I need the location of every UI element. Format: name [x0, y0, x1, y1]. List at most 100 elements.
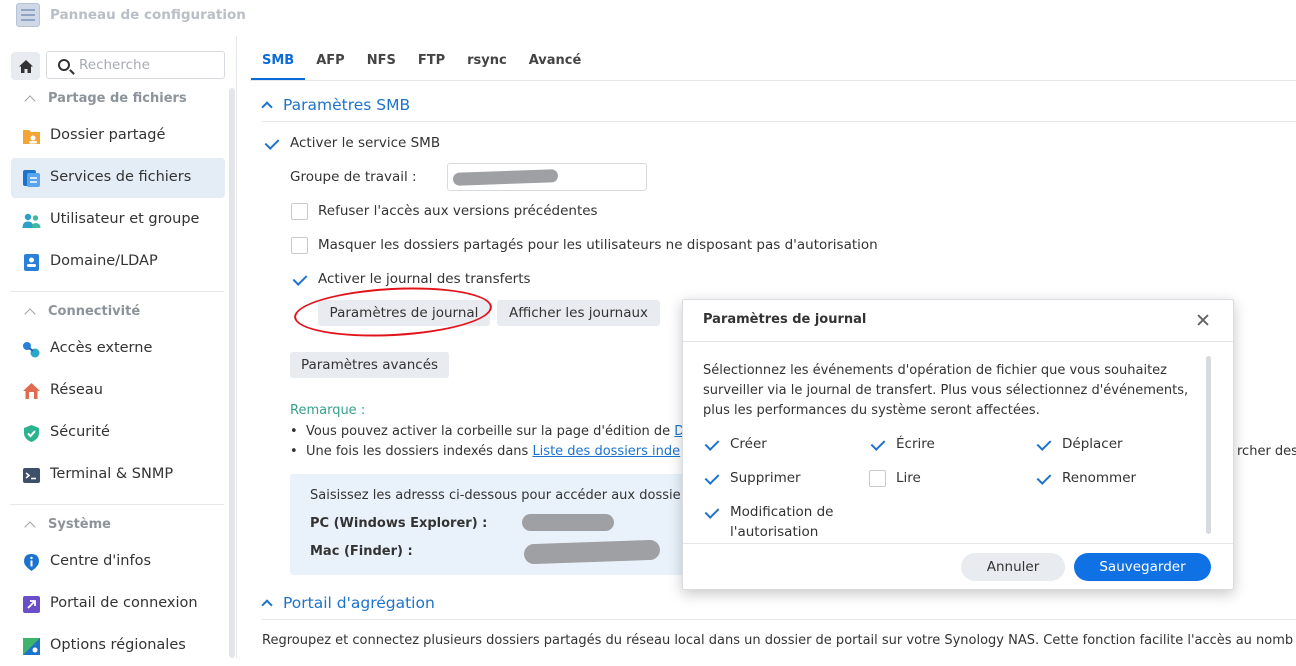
title-bar: Panneau de configuration [0, 0, 1296, 32]
cancel-button[interactable]: Annuler [961, 553, 1065, 581]
external-access-icon [23, 342, 40, 358]
search-icon [58, 59, 70, 71]
redaction-mark [523, 539, 661, 565]
home-icon [18, 59, 33, 73]
sidebar-divider [10, 291, 224, 292]
smb-settings-header[interactable]: Paramètres SMB [261, 96, 410, 114]
tab-smb[interactable]: SMB [251, 42, 306, 80]
section-connectivity[interactable]: Connectivité [24, 304, 140, 320]
permission-change-label-line2: l'autorisation [730, 524, 819, 540]
rename-label: Renommer [1062, 470, 1137, 486]
show-logs-button[interactable]: Afficher les journaux [497, 300, 660, 326]
move-checkbox[interactable] [1035, 436, 1052, 453]
terminal-icon [23, 468, 40, 483]
file-services-icon [23, 170, 40, 187]
sidebar-item-users[interactable]: Utilisateur et groupe [11, 200, 225, 240]
tab-advanced[interactable]: Avancé [518, 42, 593, 80]
tab-divider [250, 80, 1296, 81]
deny-previous-versions-label: Refuser l'accès aux versions précédentes [318, 203, 598, 219]
remark-label: Remarque : [290, 403, 366, 418]
chevron-up-icon [261, 101, 273, 113]
delete-checkbox[interactable] [703, 470, 720, 487]
tab-bar: SMB AFP NFS FTP rsync Avancé [251, 42, 592, 80]
tab-afp[interactable]: AFP [305, 42, 355, 80]
workgroup-label: Groupe de travail : [290, 169, 417, 185]
sidebar-item-file-services[interactable]: Services de fichiers [11, 158, 225, 198]
move-label: Déplacer [1062, 436, 1123, 452]
regional-options-icon [23, 638, 40, 655]
control-panel-icon [16, 3, 40, 27]
remark-bullet-2-tail: rcher des [1237, 444, 1296, 459]
indexed-folders-link[interactable]: Liste des dossiers inde [532, 444, 680, 459]
redaction-mark [522, 514, 614, 531]
dialog-divider [683, 341, 1233, 342]
read-label: Lire [896, 470, 921, 486]
access-address-box: Saisissez les adresss ci-dessous pour ac… [290, 474, 710, 575]
deny-previous-versions-checkbox[interactable] [291, 203, 308, 220]
permission-change-label-line1: Modification de [730, 504, 834, 520]
pc-address-label: PC (Windows Explorer) : [310, 516, 488, 531]
sidebar: Partage de fichiers Dossier partagé Serv… [0, 36, 237, 658]
enable-smb-checkbox[interactable] [263, 135, 280, 152]
remark-bullet-2: • Une fois les dossiers indexés dans Lis… [290, 444, 681, 459]
permission-change-checkbox[interactable] [703, 504, 720, 521]
enable-smb-label: Activer le service SMB [290, 135, 441, 151]
rename-checkbox[interactable] [1035, 470, 1052, 487]
sidebar-item-domain-ldap[interactable]: Domaine/LDAP [11, 242, 225, 282]
sidebar-item-terminal-snmp[interactable]: Terminal & SNMP [11, 455, 225, 495]
sidebar-item-network[interactable]: Réseau [11, 371, 225, 411]
tab-rsync[interactable]: rsync [456, 42, 518, 80]
red-annotation-circle [292, 282, 494, 342]
search-input[interactable] [79, 56, 219, 74]
chevron-up-icon [261, 599, 273, 611]
sidebar-divider [10, 504, 224, 505]
shield-icon [24, 425, 39, 442]
shared-folder-icon [23, 130, 40, 144]
info-icon [24, 554, 39, 571]
enable-transfer-log-checkbox[interactable] [291, 271, 308, 288]
search-box[interactable] [46, 51, 225, 79]
sidebar-item-info-center[interactable]: Centre d'infos [11, 542, 225, 582]
tab-nfs[interactable]: NFS [356, 42, 407, 80]
sidebar-item-external-access[interactable]: Accès externe [11, 329, 225, 369]
mac-address-label: Mac (Finder) : [310, 544, 413, 559]
read-checkbox[interactable] [869, 470, 886, 487]
window-title: Panneau de configuration [50, 7, 246, 23]
hide-shared-folders-checkbox[interactable] [291, 237, 308, 254]
dialog-scrollbar[interactable] [1206, 356, 1211, 534]
dialog-title: Paramètres de journal [703, 312, 867, 327]
dialog-description: Sélectionnez les événements d'opération … [703, 363, 1189, 418]
close-icon[interactable] [1194, 311, 1212, 329]
section-system[interactable]: Système [24, 517, 111, 533]
section-divider [262, 121, 1296, 122]
enable-transfer-log-label: Activer le journal des transferts [318, 271, 531, 287]
users-icon [22, 213, 41, 228]
log-settings-dialog: Paramètres de journal Sélectionnez les é… [682, 299, 1234, 590]
network-house-icon [23, 383, 40, 399]
create-checkbox[interactable] [703, 436, 720, 453]
home-button[interactable] [11, 52, 40, 80]
advanced-settings-button[interactable]: Paramètres avancés [290, 352, 449, 378]
chevron-up-icon [24, 520, 36, 533]
write-checkbox[interactable] [869, 436, 886, 453]
aggregation-portal-header[interactable]: Portail d'agrégation [261, 594, 435, 612]
dialog-footer-divider [683, 543, 1233, 544]
tab-ftp[interactable]: FTP [407, 42, 456, 80]
sidebar-item-shared-folder[interactable]: Dossier partagé [11, 116, 225, 156]
domain-icon [24, 254, 39, 271]
aggregation-portal-description: Regroupez et connectez plusieurs dossier… [262, 633, 1294, 648]
access-instructions: Saisissez les adresss ci-dessous pour ac… [310, 488, 681, 503]
sidebar-item-security[interactable]: Sécurité [11, 413, 225, 453]
workgroup-input[interactable] [447, 163, 647, 191]
create-label: Créer [730, 436, 767, 452]
write-label: Écrire [896, 436, 935, 452]
login-portal-icon [23, 596, 40, 613]
sidebar-item-regional-options[interactable]: Options régionales [11, 626, 225, 666]
section-file-sharing[interactable]: Partage de fichiers [24, 91, 187, 107]
sidebar-item-login-portal[interactable]: Portail de connexion [11, 584, 225, 624]
section-divider [262, 619, 1296, 620]
sidebar-scrollbar[interactable] [229, 88, 235, 658]
save-button[interactable]: Sauvegarder [1074, 553, 1211, 581]
chevron-up-icon [24, 307, 36, 320]
chevron-up-icon [24, 94, 36, 107]
